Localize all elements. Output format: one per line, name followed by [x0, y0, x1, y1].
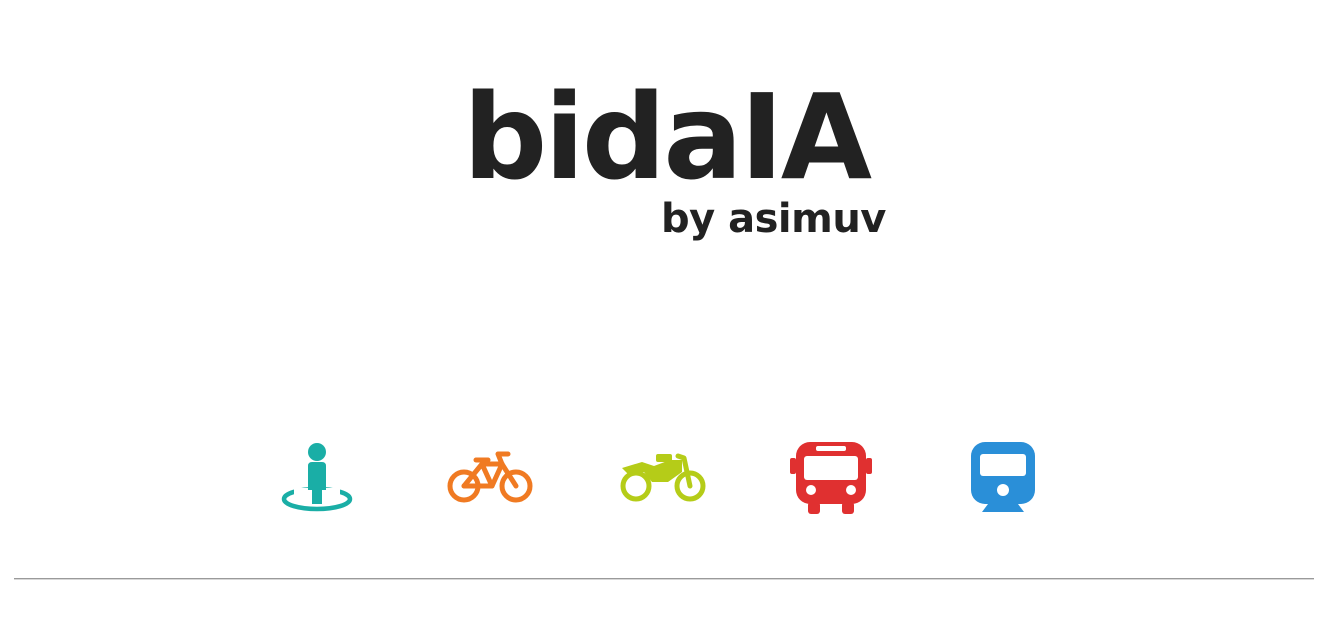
- pedestrian-icon: [281, 443, 353, 512]
- section-divider: [14, 578, 1314, 580]
- mode-motorcycle-button[interactable]: [618, 438, 708, 518]
- logo-title: bidaIA: [462, 68, 872, 206]
- mode-walk-button[interactable]: [272, 438, 362, 518]
- mode-train-button[interactable]: [958, 438, 1048, 518]
- motorcycle-icon: [620, 453, 706, 502]
- transport-mode-selector: [0, 438, 1332, 518]
- mode-bus-button[interactable]: [786, 438, 876, 518]
- logo-subtitle: by asimuv: [661, 196, 886, 242]
- mode-bicycle-button[interactable]: [446, 438, 536, 518]
- train-icon: [971, 442, 1035, 512]
- bicycle-icon: [447, 451, 533, 503]
- bus-icon: [790, 442, 872, 514]
